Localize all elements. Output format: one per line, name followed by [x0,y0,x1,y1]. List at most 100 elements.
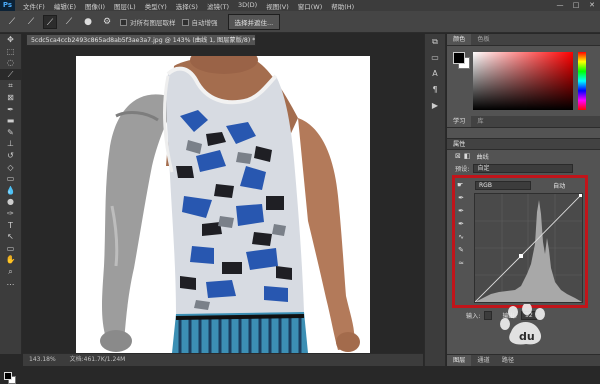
auto-enhance-checkbox[interactable] [181,19,189,26]
crop-tool-icon[interactable]: ⌗ [0,80,21,92]
menu-layer[interactable]: 图层(L) [114,1,136,11]
zoom-tool-icon[interactable]: ⌕ [0,266,21,278]
sample-all-layers-option[interactable]: 对所有图层取样 [120,17,176,27]
library-tabs: 学习 库 [447,116,600,128]
menu-type[interactable]: 类型(Y) [145,1,167,11]
auto-enhance-option[interactable]: 自动增强 [181,17,218,27]
maximize-button[interactable]: □ [568,0,584,11]
brush-settings-icon[interactable]: ⚙ [100,15,114,29]
brush-new-selection-icon[interactable]: ⟋ [24,15,38,29]
preset-label: 预设: [455,165,470,173]
hand-tool-icon[interactable]: ✋ [0,254,21,266]
curves-layer-row: ⊠ ◧ 曲线 [447,150,600,162]
tab-learn[interactable]: 学习 [447,116,472,127]
navigator-panel-icon[interactable]: ▭ [425,50,445,66]
marquee-tool-icon[interactable]: ⬚ [0,46,21,58]
brush-add-selection-icon[interactable]: ⟋ [43,14,57,29]
color-panel-tabs: 颜色 色板 [447,34,600,46]
history-brush-tool-icon[interactable]: ↺ [0,150,21,162]
quick-select-tool-icon[interactable]: ⟋ [5,15,19,29]
paragraph-panel-icon[interactable]: ¶ [425,82,445,98]
path-selection-tool-icon[interactable]: ↖ [0,231,21,243]
dodge-tool-icon[interactable]: ● [0,196,21,208]
canvas-area[interactable] [23,47,423,353]
lasso-tool-icon[interactable]: ◌ [0,57,21,69]
document-tab[interactable]: 5cdc5ca4ccb2493c865ad8ab5f3ae3a7.jpg @ 1… [26,34,256,46]
layer-mask-icon[interactable]: ◧ [464,152,471,160]
channel-dropdown[interactable]: RGB [475,180,531,190]
black-point-eyedropper-icon[interactable]: ✒ [456,194,466,207]
color-swatches[interactable] [4,372,16,384]
curve-control-point [519,254,523,258]
tab-channels[interactable]: 通道 [471,355,495,366]
svg-text:du: du [519,330,535,343]
healing-brush-tool-icon[interactable]: ▬ [0,115,21,127]
color-panel [447,46,600,116]
draw-curve-icon[interactable]: ✎ [456,246,466,259]
menu-edit[interactable]: 编辑(E) [54,1,76,11]
targeted-adjustment-icon[interactable]: ☛ [457,181,467,189]
properties-header: 属性 [447,138,600,150]
eraser-tool-icon[interactable]: ◇ [0,162,21,174]
preset-row: 预设: 自定 [447,162,600,174]
clone-stamp-tool-icon[interactable]: ⊥ [0,138,21,150]
tab-paths[interactable]: 路径 [496,355,520,366]
menu-file[interactable]: 文件(F) [23,1,45,11]
tab-libraries[interactable]: 库 [471,116,489,127]
menu-image[interactable]: 图像(I) [85,1,105,11]
hue-slider[interactable] [578,52,586,110]
blur-tool-icon[interactable]: 💧 [0,185,21,197]
menu-view[interactable]: 视图(V) [266,1,289,11]
menu-window[interactable]: 窗口(W) [298,1,323,11]
curves-graph[interactable] [474,193,583,303]
quick-selection-tool-icon[interactable]: ⟋ [0,68,21,81]
panel-foreground-swatch[interactable] [453,52,465,64]
menu-3d[interactable]: 3D(D) [238,1,257,11]
baidu-paw-logo: du [500,303,545,345]
gray-point-eyedropper-icon[interactable]: ✒ [456,207,466,220]
preset-dropdown[interactable]: 自定 [473,163,574,173]
document-size[interactable]: 文档:461.7K/1.24M [70,356,126,363]
edit-points-icon[interactable]: ∿ [456,233,466,246]
brush-size-picker-icon[interactable]: ● [81,15,95,29]
eyedropper-tool-icon[interactable]: ✒ [0,104,21,116]
shape-tool-icon[interactable]: ▭ [0,243,21,255]
white-point-eyedropper-icon[interactable]: ✒ [456,220,466,233]
status-bar: 143.18% 文档:461.7K/1.24M [23,353,423,366]
gradient-tool-icon[interactable]: ▭ [0,173,21,185]
move-tool-icon[interactable]: ✥ [0,34,21,46]
color-picker-field[interactable] [473,52,573,110]
minimize-button[interactable]: — [552,0,568,11]
auto-button[interactable]: 自动 [553,181,565,190]
select-and-mask-button[interactable]: 选择并遮住... [227,13,281,30]
type-tool-icon[interactable]: T [0,220,21,232]
document-image[interactable] [76,56,370,353]
menu-select[interactable]: 选择(S) [176,1,198,11]
main-menu: 文件(F) 编辑(E) 图像(I) 图层(L) 类型(Y) 选择(S) 滤镜(T… [23,1,363,11]
frame-tool-icon[interactable]: ⊠ [0,92,21,104]
histogram-shape [475,200,582,302]
window-controls: — □ ✕ [552,0,600,11]
smooth-curve-icon[interactable]: ≈ [456,259,466,272]
close-button[interactable]: ✕ [584,0,600,11]
tab-layers[interactable]: 图层 [447,355,472,366]
man-in-camo-tank-top-image [76,56,370,353]
foreground-color-swatch[interactable] [4,372,12,380]
menu-filter[interactable]: 滤镜(T) [207,1,229,11]
sample-all-layers-checkbox[interactable] [120,19,127,26]
tab-swatches[interactable]: 色板 [471,34,495,45]
actions-panel-icon[interactable]: ▶ [425,98,445,114]
photoshop-logo: Ps [0,0,15,11]
pen-tool-icon[interactable]: ✑ [0,208,21,220]
more-tools-icon[interactable]: … [0,277,21,289]
character-panel-icon[interactable]: A [425,66,445,82]
curves-layer-label: 曲线 [476,153,489,161]
menu-help[interactable]: 帮助(H) [331,1,354,11]
input-field[interactable] [484,311,493,320]
brush-tool-icon[interactable]: ✎ [0,127,21,139]
panel-dock: ⧉ ▭ A ¶ ▶ [424,34,446,366]
tab-color[interactable]: 颜色 [447,34,472,45]
brush-subtract-selection-icon[interactable]: ⟋ [62,15,76,29]
zoom-level[interactable]: 143.18% [29,356,56,363]
history-panel-icon[interactable]: ⧉ [425,34,445,50]
